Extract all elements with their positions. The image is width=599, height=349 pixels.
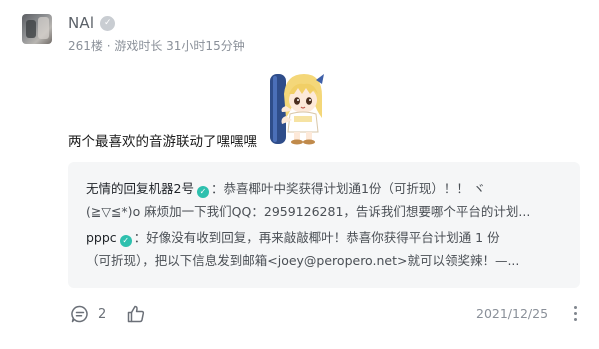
verified-icon: ✓	[119, 235, 132, 247]
post-footer: 2 2021/12/25	[70, 302, 586, 326]
reply-author[interactable]: 无情的回复机器2号	[86, 181, 194, 196]
thumbs-up-icon	[126, 304, 146, 324]
comment-count: 2	[98, 306, 107, 322]
anime-girl-sticker-icon	[264, 66, 344, 146]
comment-icon	[70, 304, 90, 324]
reply-item[interactable]: 无情的回复机器2号 ✓ ：恭喜椰叶中奖获得计划通1份（可折现）！！ ヾ (≧▽≦*)…	[86, 177, 564, 223]
author-row: NAl ✓	[68, 13, 116, 33]
reply-list: 无情的回复机器2号 ✓ ：恭喜椰叶中奖获得计划通1份（可折现）！！ ヾ (≧▽≦*)…	[68, 162, 580, 288]
comment-button[interactable]: 2	[70, 302, 106, 326]
reply-text: ：好像没有收到回复，再来敲敲椰叶！恭喜你获得平台计划通 1 份	[133, 230, 500, 245]
reply-text: ：恭喜椰叶中奖获得计划通1份（可折现）！！ ヾ	[210, 181, 486, 196]
avatar[interactable]	[22, 14, 52, 44]
post-date: 2021/12/25	[476, 306, 549, 321]
post-card: NAl ✓ 261楼 · 游戏时长 31小时15分钟 两个最喜欢的音游联动了嘿嘿…	[0, 0, 599, 349]
reply-item[interactable]: pppc ✓ ：好像没有收到回复，再来敲敲椰叶！恭喜你获得平台计划通 1 份 （可折…	[86, 226, 564, 272]
reply-text-continued: （可折现），把以下信息发到邮箱<joey@peropero.net>就可以领奖辣…	[86, 253, 520, 268]
reply-text-continued: (≧▽≦*)o 麻烦加一下我们QQ：2959126281，告诉我们想要哪个平台的…	[86, 204, 531, 219]
reply-author[interactable]: pppc	[86, 230, 117, 245]
author-name[interactable]: NAl	[68, 14, 94, 32]
user-badge-icon: ✓	[100, 15, 116, 31]
post-content: 两个最喜欢的音游联动了嘿嘿嘿	[68, 134, 257, 150]
post-meta: 261楼 · 游戏时长 31小时15分钟	[68, 39, 245, 53]
verified-icon: ✓	[196, 186, 209, 198]
like-button[interactable]	[126, 302, 146, 326]
more-options-icon[interactable]	[572, 306, 578, 322]
